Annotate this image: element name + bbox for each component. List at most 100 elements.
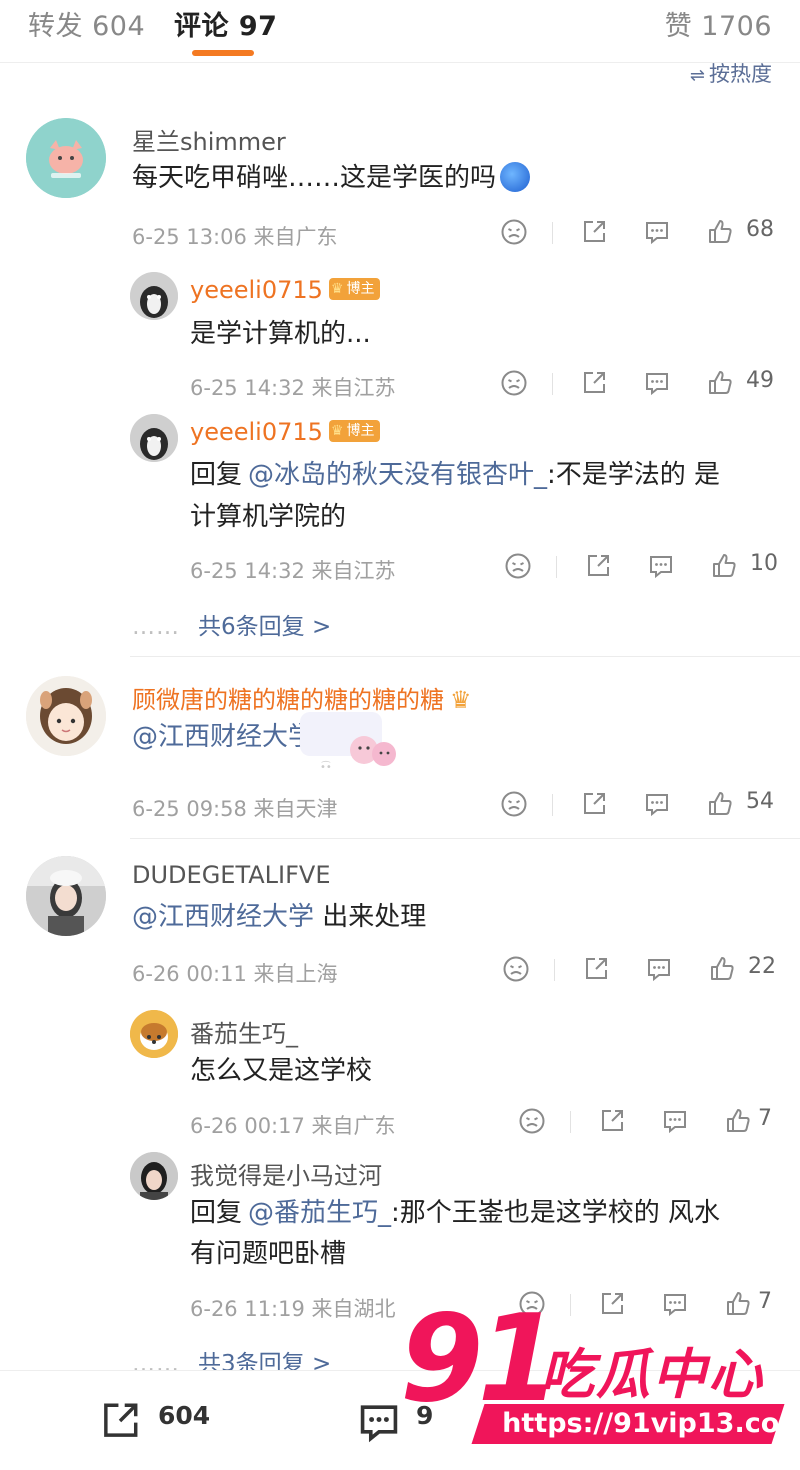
mention-link[interactable]: @江西财经大学: [132, 902, 314, 932]
reply-icon[interactable]: [643, 218, 671, 246]
avatar[interactable]: [26, 856, 106, 936]
comment-meta: 6-26 00:11 来自上海: [132, 962, 338, 986]
reply-prefix: 回复: [190, 1198, 243, 1228]
badge-label: 博主: [346, 281, 375, 297]
dislike-icon[interactable]: [518, 1107, 546, 1135]
dislike-icon[interactable]: [502, 955, 530, 983]
reply-icon[interactable]: [643, 369, 671, 397]
comment-divider: [130, 656, 800, 657]
crown-icon: ♛: [450, 686, 472, 714]
svg-text:•͡•: •͡•: [320, 760, 332, 773]
reply-username[interactable]: 我觉得是小马过河: [190, 1156, 382, 1191]
view-more-replies-button[interactable]: …… 共6条回复 >: [132, 607, 331, 641]
avatar[interactable]: [130, 414, 178, 462]
comment-icon[interactable]: [356, 1399, 402, 1449]
ellipsis-dots: ……: [132, 614, 180, 640]
mention-link[interactable]: @江西财经大学: [132, 722, 314, 752]
avatar[interactable]: [26, 118, 106, 198]
like-count: 54: [746, 789, 774, 814]
blogger-badge: ♛ 博主: [328, 420, 381, 442]
comment-text-content: 每天吃甲硝唑……这是学医的吗: [132, 163, 497, 193]
share-icon[interactable]: [580, 790, 608, 818]
reply-icon[interactable]: [661, 1107, 689, 1135]
comment-text-content: 出来处理: [314, 902, 427, 932]
mention-link[interactable]: @冰岛的秋天没有银杏叶_: [248, 460, 547, 490]
like-count: 10: [750, 551, 778, 576]
like-icon[interactable]: [708, 955, 736, 983]
reply-icon[interactable]: [643, 790, 671, 818]
sticker-image: •͡•: [300, 712, 450, 773]
reply-actions: 7: [518, 1106, 780, 1137]
share-icon[interactable]: [584, 552, 612, 580]
sort-by-hot-button[interactable]: ⇌ 按热度: [690, 58, 772, 88]
reply-meta: 6-26 00:17 来自广东: [190, 1114, 396, 1138]
comment-text: 每天吃甲硝唑……这是学医的吗: [132, 158, 531, 199]
more-replies-label: 共6条回复 >: [198, 614, 332, 640]
reply-text-line2: 计算机学院的: [190, 502, 347, 532]
reply-text-line2: 有问题吧卧槽: [190, 1239, 347, 1269]
mention-link[interactable]: @番茄生巧_: [248, 1198, 391, 1228]
like-icon[interactable]: [706, 218, 734, 246]
tab-likes[interactable]: 赞 1706: [665, 4, 772, 43]
comment-meta: 6-25 09:58 来自天津: [132, 797, 338, 821]
comment-divider: [130, 838, 800, 839]
tab-bar: 转发 604 评论 97 赞 1706: [0, 0, 800, 63]
reply-text-line1: :那个王崟也是这学校的 风水: [391, 1198, 721, 1228]
divider: [570, 1111, 571, 1133]
reply-username[interactable]: 番茄生巧_: [190, 1014, 298, 1049]
like-count: 7: [758, 1106, 772, 1131]
comment-username[interactable]: 顾微唐的糖的糖的糖的糖的糖 ♛: [132, 680, 472, 715]
share-icon[interactable]: [580, 218, 608, 246]
reply-text: 回复 @冰岛的秋天没有银杏叶_:不是学法的 是: [190, 455, 720, 496]
reply-text-line1: :不是学法的 是: [547, 460, 721, 490]
like-icon[interactable]: [710, 552, 738, 580]
comment-username-text: 顾微唐的糖的糖的糖的糖的糖: [132, 686, 444, 714]
reply-meta: 6-25 14:32 来自江苏: [190, 376, 396, 400]
watermark-url-banner: https://91vip13.com: [471, 1404, 800, 1444]
repost-count[interactable]: 604: [158, 1401, 210, 1430]
reply-username[interactable]: yeeeli0715 ♛ 博主: [190, 418, 381, 446]
watermark: 91 吃瓜中心 https://91vip13.com: [400, 1300, 800, 1469]
divider: [552, 222, 553, 244]
avatar[interactable]: [130, 272, 178, 320]
comment-username[interactable]: 星兰shimmer: [132, 122, 286, 157]
dislike-icon[interactable]: [500, 218, 528, 246]
tab-comments[interactable]: 评论 97: [174, 4, 277, 43]
comment-username[interactable]: DUDEGETALIFVE: [132, 861, 331, 889]
reply-text: 怎么又是这学校: [190, 1056, 373, 1086]
reply-icon[interactable]: [647, 552, 675, 580]
reply-prefix: 回复: [190, 460, 243, 490]
dislike-icon[interactable]: [504, 552, 532, 580]
comment-actions: 22: [502, 954, 780, 985]
watermark-url: https://91vip13.com: [502, 1408, 800, 1439]
avatar[interactable]: [26, 676, 106, 756]
dislike-icon[interactable]: [500, 369, 528, 397]
like-icon[interactable]: [724, 1107, 752, 1135]
watermark-title: 吃瓜中心: [540, 1343, 764, 1406]
share-icon[interactable]: [580, 369, 608, 397]
like-icon[interactable]: [706, 369, 734, 397]
dislike-icon[interactable]: [500, 790, 528, 818]
reply-username[interactable]: yeeeli0715 ♛ 博主: [190, 276, 381, 304]
like-icon[interactable]: [706, 790, 734, 818]
divider: [552, 794, 553, 816]
repost-icon[interactable]: [98, 1399, 142, 1447]
share-icon[interactable]: [582, 955, 610, 983]
tab-reposts[interactable]: 转发 604: [28, 4, 145, 43]
divider: [552, 373, 553, 395]
doraemon-emoji-icon: [500, 161, 531, 192]
reply-text: 是学计算机的...: [190, 319, 371, 349]
divider: [556, 556, 557, 578]
share-icon[interactable]: [598, 1107, 626, 1135]
reply-icon[interactable]: [645, 955, 673, 983]
blogger-badge: ♛ 博主: [328, 278, 381, 300]
reply-meta: 6-25 14:32 来自江苏: [190, 559, 396, 583]
reply-text: 回复 @番茄生巧_:那个王崟也是这学校的 风水: [190, 1193, 720, 1234]
avatar[interactable]: [130, 1152, 178, 1200]
divider: [554, 959, 555, 981]
comment-actions: 68: [500, 217, 780, 248]
avatar[interactable]: [130, 1010, 178, 1058]
active-tab-indicator: [192, 50, 254, 56]
like-count: 22: [748, 954, 776, 979]
reply-actions: 49: [500, 368, 780, 399]
